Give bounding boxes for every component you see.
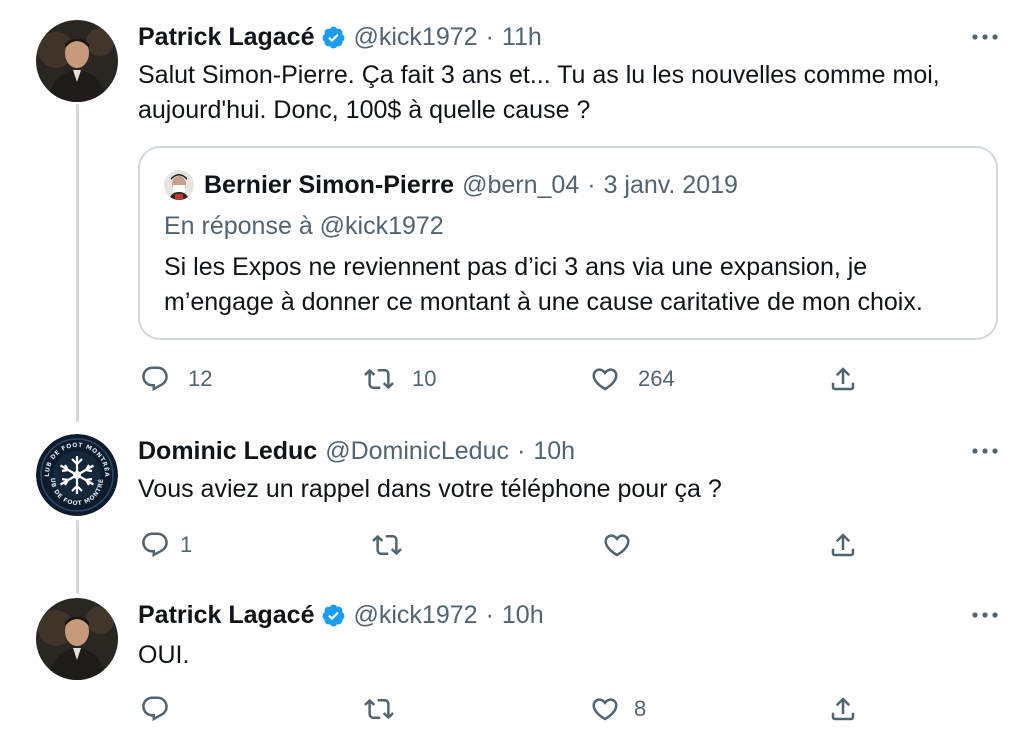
reply-icon (142, 696, 168, 722)
avatar[interactable]: CLUB DE FOOT MONTRÉAL CLUB DE FOOT MONTR… (36, 434, 118, 516)
like-button[interactable]: 264 (590, 362, 675, 396)
timestamp[interactable]: 11h (502, 23, 542, 52)
tweet-text: Salut Simon-Pierre. Ça fait 3 ans et... … (138, 58, 940, 128)
tweet-text-line: OUI. (138, 641, 190, 669)
avatar[interactable] (36, 20, 118, 102)
tweet-text-line: aujourd'hui. Donc, 100$ à quelle cause ? (138, 96, 591, 124)
heart-icon (592, 698, 618, 721)
tweet-text: OUI. (138, 638, 189, 673)
tweet-text: Vous aviez un rappel dans votre téléphon… (138, 472, 722, 507)
separator-dot: · (485, 600, 494, 629)
author-name[interactable]: Dominic Leduc (138, 437, 317, 466)
reply-button[interactable] (140, 692, 170, 726)
share-icon (831, 367, 855, 391)
quoted-author-name[interactable]: Bernier Simon-Pierre (204, 171, 454, 200)
reply-icon (142, 532, 168, 558)
like-button[interactable]: 8 (590, 692, 646, 726)
retweet-icon (372, 534, 402, 556)
like-button[interactable] (602, 528, 632, 562)
retweet-button[interactable] (364, 692, 394, 726)
tweet[interactable]: CLUB DE FOOT MONTRÉAL CLUB DE FOOT MONTR… (0, 434, 1034, 564)
author-name[interactable]: Patrick Lagacé (138, 601, 315, 630)
share-button[interactable] (828, 362, 858, 396)
quoted-tweet[interactable]: Bernier Simon-Pierre @bern_04 · 3 janv. … (138, 146, 998, 340)
separator-dot: · (587, 170, 596, 199)
share-icon (831, 533, 855, 557)
heart-icon (592, 368, 618, 391)
more-icon[interactable] (972, 20, 998, 54)
retweet-icon (364, 698, 394, 720)
reply-button[interactable]: 12 (140, 362, 212, 396)
avatar[interactable] (36, 598, 118, 680)
timestamp[interactable]: 10h (533, 437, 575, 466)
author-handle[interactable]: @kick1972 (354, 601, 478, 630)
tweet-text-line: Salut Simon-Pierre. Ça fait 3 ans et... … (138, 61, 940, 89)
tweet-text-line: Vous aviez un rappel dans votre téléphon… (138, 475, 722, 503)
separator-dot: · (516, 436, 526, 465)
reply-button[interactable]: 1 (140, 528, 192, 562)
share-button[interactable] (828, 528, 858, 562)
heart-icon (604, 534, 630, 557)
reply-count: 1 (180, 532, 193, 557)
retweet-count: 10 (412, 366, 437, 391)
quoted-avatar (164, 170, 194, 200)
share-button[interactable] (828, 692, 858, 726)
like-count: 8 (634, 696, 647, 721)
author-name[interactable]: Patrick Lagacé (138, 23, 315, 52)
quoted-author-handle[interactable]: @bern_04 (462, 171, 579, 200)
reply-count: 12 (188, 366, 213, 391)
retweet-button[interactable]: 10 (364, 362, 436, 396)
more-icon[interactable] (972, 434, 998, 468)
tweet[interactable]: Patrick Lagacé @kick1972 · 10h OUI. 8 (0, 598, 1034, 728)
quoted-text-line: Si les Expos ne reviennent pas d’ici 3 a… (164, 253, 868, 281)
share-icon (831, 697, 855, 721)
reply-icon (142, 366, 168, 392)
quoted-text: Si les Expos ne reviennent pas d’ici 3 a… (164, 250, 974, 320)
verified-badge-icon (322, 604, 344, 626)
quoted-date: 3 janv. 2019 (603, 170, 738, 199)
more-icon[interactable] (972, 598, 998, 632)
quoted-text-line: m’engage à donner ce montant à une cause… (164, 288, 923, 316)
tweet[interactable]: Patrick Lagacé @kick1972 · 11h Salut Sim… (0, 20, 1034, 400)
author-handle[interactable]: @DominicLeduc (325, 437, 509, 466)
like-count: 264 (638, 366, 675, 391)
verified-badge-icon (322, 26, 344, 48)
reply-context[interactable]: En réponse à @kick1972 (164, 212, 444, 241)
separator-dot: · (485, 22, 494, 51)
timestamp[interactable]: 10h (502, 601, 544, 630)
retweet-icon (364, 368, 394, 390)
retweet-button[interactable] (372, 528, 402, 562)
author-handle[interactable]: @kick1972 (354, 23, 478, 52)
